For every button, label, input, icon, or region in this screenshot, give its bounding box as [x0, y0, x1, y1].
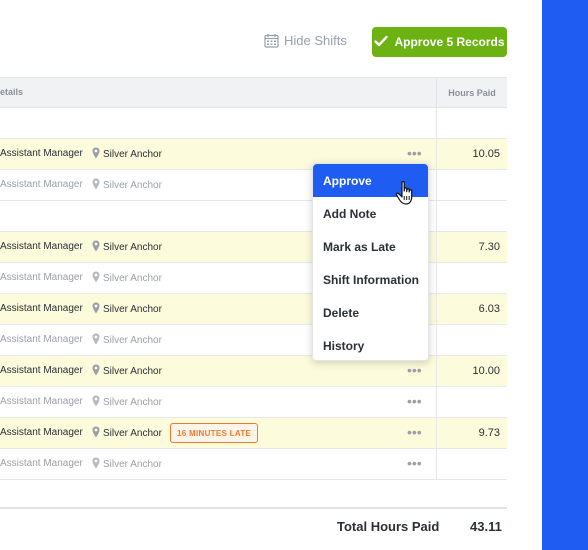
hours-paid-value: 9.73 [478, 427, 500, 439]
location: Silver Anchor [92, 302, 162, 317]
location-name: Silver Anchor [103, 335, 162, 346]
location-name: Silver Anchor [103, 273, 162, 284]
table-row: Assistant Manager Silver Anchor [0, 263, 507, 294]
hours-cell [436, 170, 507, 200]
hours-cell [436, 201, 507, 231]
timesheet-table: etails Hours Paid Assistant Manager Silve… [0, 77, 507, 480]
hours-paid-value: 10.05 [472, 148, 500, 160]
table-row: Assistant Manager Silver Anchor [0, 325, 507, 356]
table-footer: Total Hours Paid 43.11 [0, 507, 507, 550]
location-pin-icon [92, 364, 100, 379]
hours-cell [436, 449, 507, 479]
location: Silver Anchor [92, 271, 162, 286]
table-row [0, 201, 507, 232]
location-name: Silver Anchor [103, 304, 162, 315]
role-name: Assistant Manager [0, 396, 83, 407]
location: Silver Anchor [92, 364, 162, 379]
table-row: Assistant Manager Silver Anchor ••• 10.00 [0, 356, 507, 387]
hours-cell [436, 325, 507, 355]
location-pin-icon [92, 178, 100, 193]
role-name: Assistant Manager [0, 334, 83, 345]
table-row: Assistant Manager Silver Anchor ••• [0, 449, 507, 480]
hide-shifts-label: Hide Shifts [284, 33, 347, 48]
role-name: Assistant Manager [0, 148, 83, 159]
more-dots-icon[interactable]: ••• [407, 363, 422, 377]
total-hours-label: Total Hours Paid [337, 519, 440, 534]
location: Silver Anchor [92, 333, 162, 348]
role-name: Assistant Manager [0, 241, 83, 252]
table-row: Assistant Manager Silver Anchor ••• 10.05 [0, 139, 507, 170]
location-pin-icon [92, 271, 100, 286]
location: Silver Anchor [92, 457, 162, 472]
location-pin-icon [92, 457, 100, 472]
role-name: Assistant Manager [0, 427, 83, 438]
approve-records-button[interactable]: Approve 5 Records [372, 27, 507, 57]
late-badge: 16 MINUTES LATE [170, 423, 259, 443]
location-pin-icon [92, 240, 100, 255]
location-name: Silver Anchor [103, 459, 162, 470]
table-row: Assistant Manager Silver Anchor ••• [0, 387, 507, 418]
location-name: Silver Anchor [103, 149, 162, 160]
menu-item-mark-as-late[interactable]: Mark as Late [313, 230, 428, 263]
hours-cell [436, 108, 507, 138]
hours-cell [436, 387, 507, 417]
location: Silver Anchor [92, 147, 162, 162]
table-row: Assistant Manager Silver Anchor 7.30 [0, 232, 507, 263]
menu-item-shift-information[interactable]: Shift Information [313, 263, 428, 296]
location-pin-icon [92, 302, 100, 317]
column-header-hours-paid: Hours Paid [436, 78, 507, 107]
column-header-details: etails [0, 87, 24, 97]
menu-item-delete[interactable]: Delete [313, 296, 428, 329]
timesheet-panel: Hide Shifts Approve 5 Records etails Hou… [0, 0, 542, 550]
hours-paid-value: 10.00 [472, 365, 500, 377]
more-dots-icon[interactable]: ••• [407, 456, 422, 470]
location-pin-icon [92, 333, 100, 348]
location-name: Silver Anchor [103, 428, 162, 439]
location-name: Silver Anchor [103, 366, 162, 377]
role-name: Assistant Manager [0, 179, 83, 190]
approve-records-label: Approve 5 Records [394, 35, 505, 49]
more-dots-icon[interactable]: ••• [407, 425, 422, 439]
more-dots-icon[interactable]: ••• [407, 146, 422, 160]
hours-paid-value: 6.03 [478, 303, 500, 315]
location-pin-icon [92, 395, 100, 410]
table-row: Assistant Manager Silver Anchor 6.03 [0, 294, 507, 325]
hand-pointer-icon [395, 180, 417, 211]
more-dots-icon[interactable]: ••• [407, 394, 422, 408]
hours-cell [436, 263, 507, 293]
location: Silver Anchor [92, 178, 162, 193]
location-pin-icon [92, 147, 100, 162]
role-name: Assistant Manager [0, 272, 83, 283]
role-name: Assistant Manager [0, 365, 83, 376]
location-name: Silver Anchor [103, 242, 162, 253]
table-body: Assistant Manager Silver Anchor ••• 10.05 As… [0, 108, 507, 480]
calendar-icon [264, 33, 279, 48]
table-header: etails Hours Paid [0, 77, 507, 108]
table-row [0, 108, 507, 139]
menu-item-history[interactable]: History [313, 329, 428, 362]
location-pin-icon [92, 426, 100, 441]
role-name: Assistant Manager [0, 458, 83, 469]
side-panel [542, 0, 588, 550]
check-icon [374, 35, 389, 50]
role-name: Assistant Manager [0, 303, 83, 314]
table-row: Assistant Manager Silver Anchor [0, 170, 507, 201]
hours-paid-value: 7.30 [478, 241, 500, 253]
location-name: Silver Anchor [103, 180, 162, 191]
location-name: Silver Anchor [103, 397, 162, 408]
location: Silver Anchor [92, 395, 162, 410]
table-row: Assistant Manager Silver Anchor 16 MINUTES… [0, 418, 507, 449]
location: Silver Anchor [92, 426, 162, 441]
location: Silver Anchor [92, 240, 162, 255]
total-hours-value: 43.11 [470, 519, 502, 534]
hide-shifts-button[interactable]: Hide Shifts [264, 33, 347, 48]
